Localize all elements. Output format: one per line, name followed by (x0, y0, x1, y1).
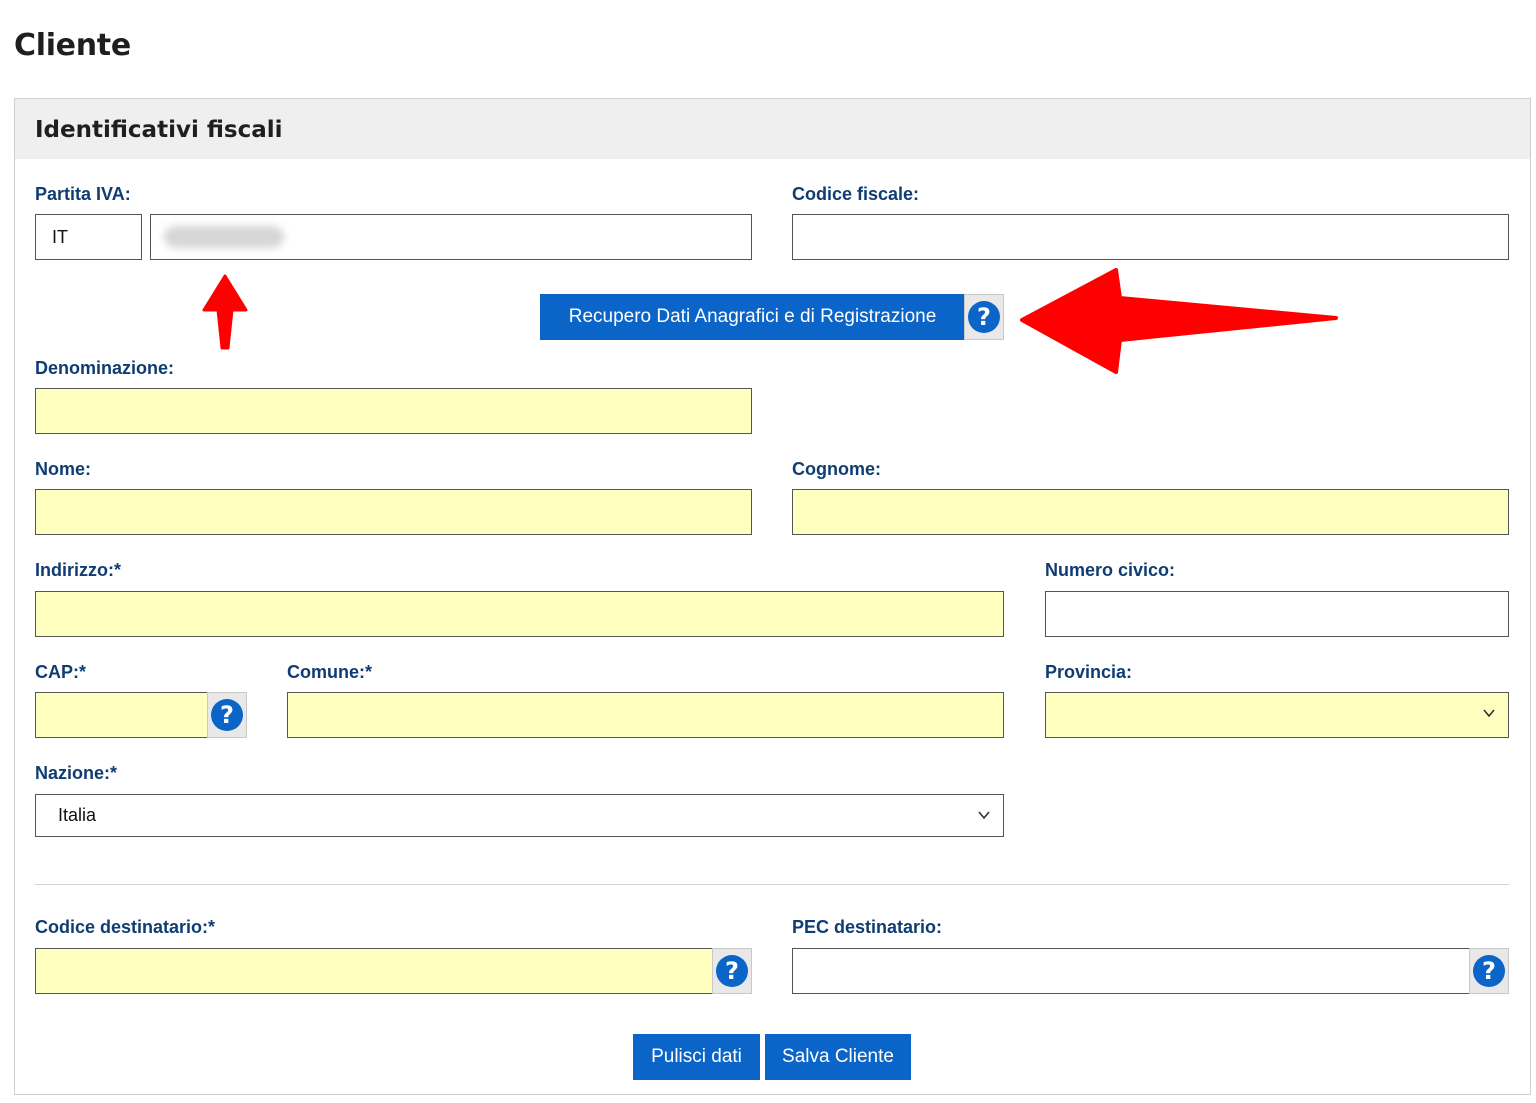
salva-cliente-button[interactable]: Salva Cliente (765, 1034, 911, 1080)
page-title: Cliente (14, 28, 131, 63)
provincia-select[interactable] (1045, 692, 1509, 738)
help-icon: ? (211, 699, 243, 731)
nazione-select[interactable]: Italia (35, 794, 1004, 837)
indirizzo-input[interactable] (35, 591, 1004, 637)
recupero-help-button[interactable]: ? (964, 294, 1004, 340)
pulisci-dati-button[interactable]: Pulisci dati (633, 1034, 760, 1080)
provincia-label: Provincia: (1045, 662, 1133, 682)
pec-destinatario-help-button[interactable]: ? (1469, 948, 1509, 994)
section-title: Identificativi fiscali (35, 117, 283, 143)
denominazione-label: Denominazione: (35, 358, 175, 378)
nome-input[interactable] (35, 489, 752, 535)
numero-civico-label: Numero civico: (1045, 560, 1176, 580)
indirizzo-label: Indirizzo:* (35, 560, 121, 580)
card-header: Identificativi fiscali (15, 99, 1530, 159)
numero-civico-input[interactable] (1045, 591, 1509, 637)
cap-input[interactable] (35, 692, 208, 738)
cap-label: CAP:* (35, 662, 87, 682)
help-icon: ? (1473, 955, 1505, 987)
codice-destinatario-label: Codice destinatario:* (35, 917, 216, 937)
nazione-selected-value: Italia (58, 805, 97, 825)
codice-destinatario-help-button[interactable]: ? (712, 948, 752, 994)
help-icon: ? (716, 955, 748, 987)
pec-destinatario-input[interactable] (792, 948, 1470, 994)
cap-help-button[interactable]: ? (207, 692, 247, 738)
partita-iva-prefix-input[interactable] (35, 214, 142, 260)
chevron-down-icon (1483, 709, 1495, 718)
section-divider (35, 884, 1509, 885)
codice-fiscale-input[interactable] (792, 214, 1509, 260)
cognome-label: Cognome: (792, 459, 881, 479)
cognome-input[interactable] (792, 489, 1509, 535)
redacted-value (164, 226, 284, 248)
pec-destinatario-label: PEC destinatario: (792, 917, 943, 937)
comune-label: Comune:* (287, 662, 372, 682)
partita-iva-label: Partita IVA: (35, 184, 131, 204)
comune-input[interactable] (287, 692, 1004, 738)
nome-label: Nome: (35, 459, 92, 479)
nazione-label: Nazione:* (35, 763, 118, 783)
codice-destinatario-input[interactable] (35, 948, 713, 994)
chevron-down-icon (978, 811, 990, 820)
codice-fiscale-label: Codice fiscale: (792, 184, 920, 204)
help-icon: ? (968, 301, 1000, 333)
recupero-dati-button[interactable]: Recupero Dati Anagrafici e di Registrazi… (540, 294, 965, 340)
denominazione-input[interactable] (35, 388, 752, 434)
